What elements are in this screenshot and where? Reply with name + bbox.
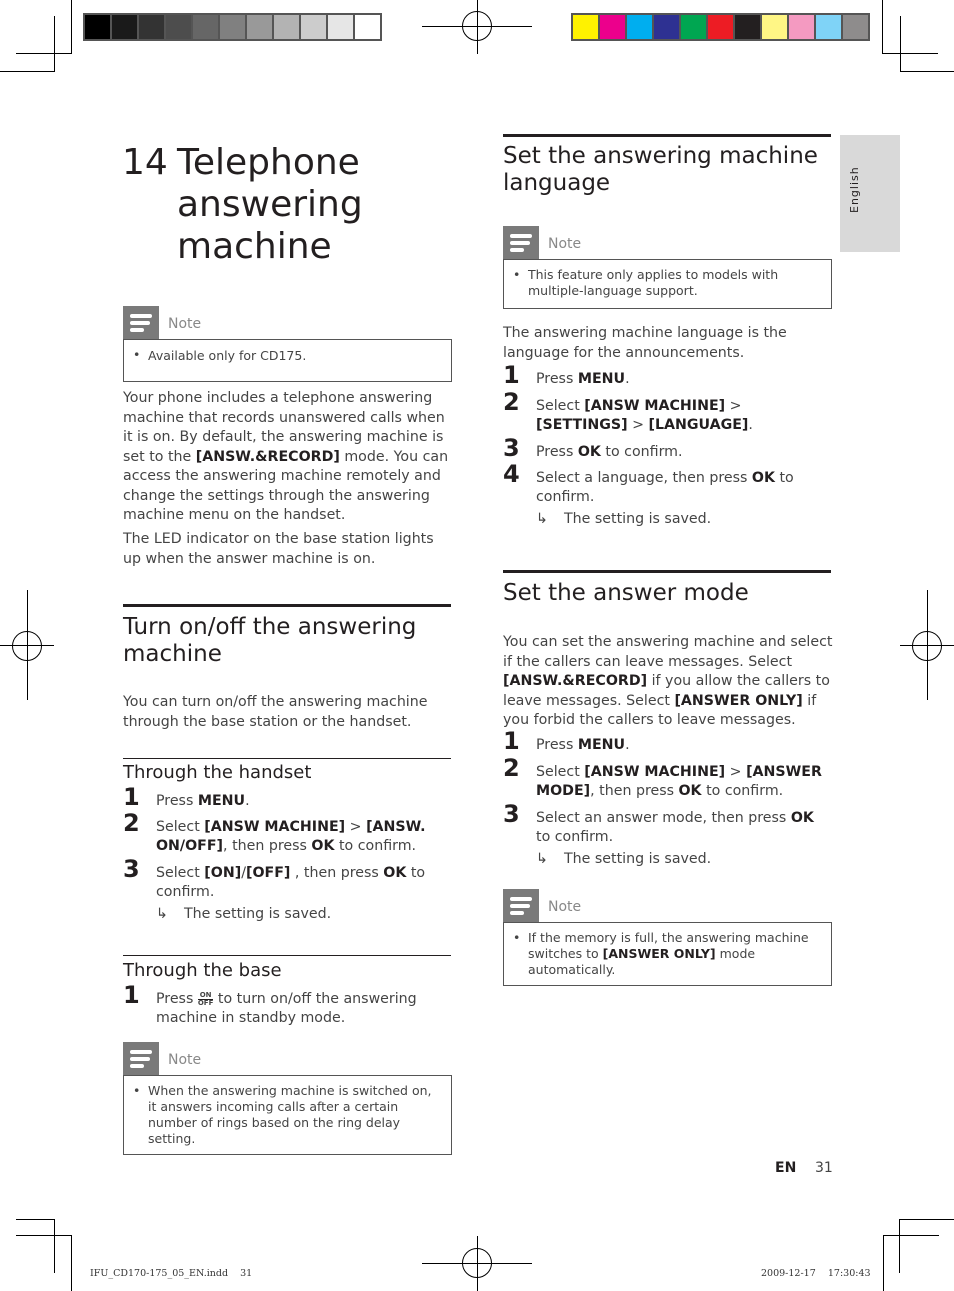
- note-icon: [503, 226, 539, 259]
- color-swatch: [600, 15, 625, 39]
- color-swatch: [843, 15, 868, 39]
- subsection-rule: [123, 955, 451, 956]
- language-step-2: 2 Select [ANSW MACHINE] > [SETTINGS] > […: [503, 388, 753, 433]
- note-text: Available only for CD175.: [123, 339, 452, 382]
- color-swatch: [762, 15, 787, 39]
- on-off-key-icon: ON OFF: [197, 990, 214, 1007]
- chapter-number: 14: [122, 142, 168, 183]
- subsection-rule: [123, 758, 451, 759]
- note-label: Note: [168, 316, 202, 332]
- process-color-bar: [571, 13, 870, 41]
- handset-result: ↳ The setting is saved.: [156, 906, 332, 922]
- footer-language-code: EN: [775, 1160, 797, 1176]
- chapter-title: Telephone answering machine: [177, 142, 363, 267]
- color-swatch: [654, 15, 679, 39]
- note-label: Note: [548, 899, 582, 915]
- color-swatch: [816, 15, 841, 39]
- note-ring-delay: Note When the answering machine is switc…: [123, 1042, 452, 1155]
- slug-timestamp: 2009-12-17 17:30:43: [761, 1268, 871, 1279]
- result-arrow-icon: ↳: [156, 906, 168, 922]
- color-swatch: [681, 15, 706, 39]
- subsection-title-handset: Through the handset: [123, 762, 312, 783]
- result-arrow-icon: ↳: [536, 851, 548, 867]
- color-swatch: [139, 15, 164, 39]
- handset-step-2: 2 Select [ANSW MACHINE] > [ANSW. ON/OFF]…: [123, 809, 426, 854]
- note-multilanguage: Note This feature only applies to models…: [503, 226, 832, 309]
- section-rule: [503, 570, 831, 573]
- color-swatch: [166, 15, 191, 39]
- note-label: Note: [548, 236, 582, 252]
- color-swatch: [708, 15, 733, 39]
- note-text: If the memory is full, the answering mac…: [503, 922, 832, 986]
- language-step-4: 4 Select a language, then press OK to co…: [503, 460, 794, 505]
- section-rule: [123, 604, 451, 607]
- answer-mode-description: You can set the answering machine and se…: [503, 634, 833, 728]
- color-swatch: [85, 15, 110, 39]
- color-swatch: [355, 15, 380, 39]
- led-paragraph: The LED indicator on the base station li…: [123, 531, 434, 567]
- language-description: The answering machine language is the la…: [503, 325, 787, 361]
- section-rule: [503, 134, 831, 137]
- color-swatch: [627, 15, 652, 39]
- color-swatch: [112, 15, 137, 39]
- note-icon: [503, 889, 539, 922]
- handset-step-3: 3 Select [ON]/[OFF] , then press OK to c…: [123, 855, 426, 900]
- section-title-turn-on-off: Turn on/off the answering machine: [123, 614, 417, 667]
- note-label: Note: [168, 1052, 202, 1068]
- color-swatch: [573, 15, 598, 39]
- language-side-tab: English: [840, 135, 900, 252]
- language-result: ↳ The setting is saved.: [536, 511, 712, 527]
- mode-result: ↳ The setting is saved.: [536, 851, 712, 867]
- language-tab-label: English: [848, 166, 861, 213]
- section-title-answer-mode: Set the answer mode: [503, 580, 749, 606]
- color-swatch: [328, 15, 353, 39]
- note-icon: [123, 1042, 159, 1075]
- language-step-3: 3 Press OK to confirm.: [503, 434, 683, 462]
- color-swatch: [220, 15, 245, 39]
- note-memory-full: Note If the memory is full, the answerin…: [503, 889, 832, 986]
- grayscale-color-bar: [83, 13, 382, 41]
- intro-paragraph: Your phone includes a telephone answerin…: [123, 390, 449, 523]
- result-arrow-icon: ↳: [536, 511, 548, 527]
- color-swatch: [789, 15, 814, 39]
- color-swatch: [735, 15, 760, 39]
- mode-step-1: 1 Press MENU.: [503, 727, 630, 755]
- language-step-1: 1 Press MENU.: [503, 361, 630, 389]
- page-number: 31: [815, 1160, 833, 1176]
- note-icon: [123, 306, 159, 339]
- color-swatch: [193, 15, 218, 39]
- color-swatch: [274, 15, 299, 39]
- note-text: This feature only applies to models with…: [503, 259, 832, 309]
- subsection-title-base: Through the base: [123, 960, 282, 981]
- note-cd175: Note Available only for CD175.: [123, 306, 452, 382]
- mode-step-2: 2 Select [ANSW MACHINE] > [ANSWER MODE],…: [503, 754, 822, 799]
- color-swatch: [301, 15, 326, 39]
- mode-step-3: 3 Select an answer mode, then press OK t…: [503, 800, 814, 845]
- base-step-1: 1 Press ON OFF to turn on/off the answeri…: [123, 981, 417, 1026]
- slug-file: IFU_CD170-175_05_EN.indd 31: [90, 1268, 253, 1279]
- color-swatch: [247, 15, 272, 39]
- handset-step-1: 1 Press MENU.: [123, 783, 250, 811]
- turn-on-off-description: You can turn on/off the answering machin…: [123, 694, 428, 730]
- section-title-language: Set the answering machine language: [503, 143, 818, 196]
- note-text: When the answering machine is switched o…: [123, 1075, 452, 1155]
